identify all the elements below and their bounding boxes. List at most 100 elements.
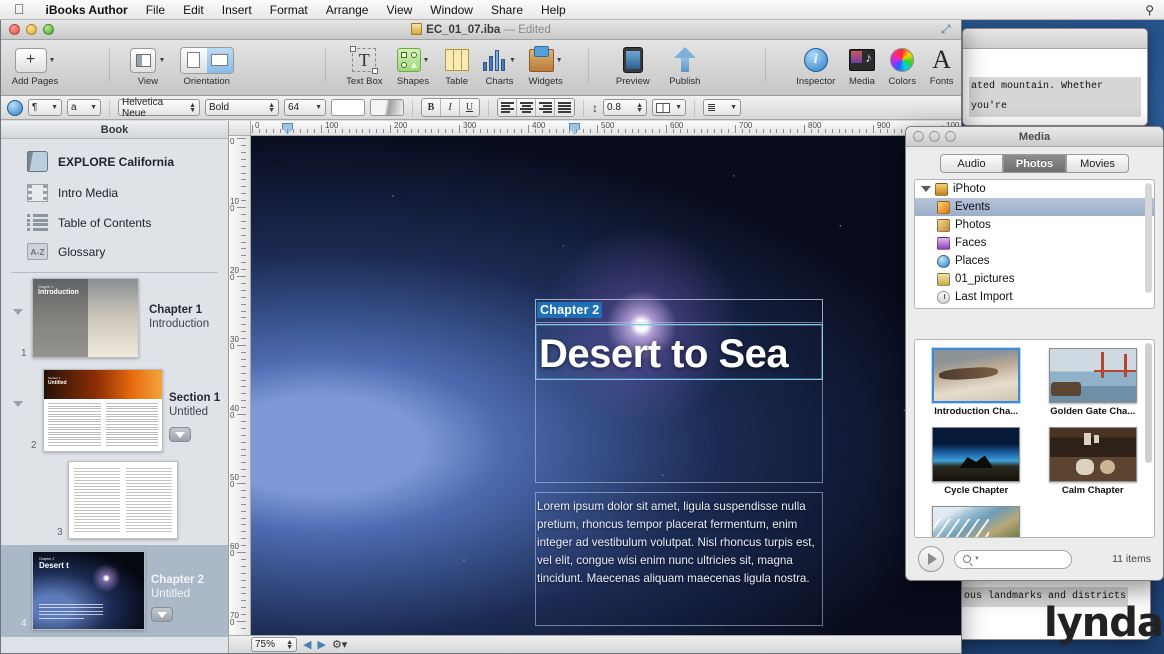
tree-item-events[interactable]: Events bbox=[915, 198, 1154, 216]
character-style-popup[interactable]: a ▼ bbox=[67, 99, 101, 116]
toolbar-text-box[interactable]: T Text Box bbox=[338, 40, 390, 87]
toolbar-preview[interactable]: Preview bbox=[607, 40, 659, 87]
format-bar[interactable]: ¶ ▼ a ▼ Helvetica Neue ▲ ▼ Bold ▲ ▼ 64 ▼ B… bbox=[1, 96, 961, 120]
font-typeface-popup[interactable]: Bold ▲ ▼ bbox=[205, 99, 279, 116]
tree-item-01-pictures[interactable]: 01_pictures bbox=[915, 270, 1154, 288]
sidebar-item-intro-media[interactable]: Intro Media bbox=[1, 178, 228, 208]
media-panel-titlebar[interactable]: Media bbox=[906, 127, 1163, 147]
media-panel[interactable]: Media Audio Photos Movies iPhoto Events … bbox=[905, 126, 1164, 581]
media-thumbnail[interactable] bbox=[932, 427, 1021, 482]
media-thumbnail-grid[interactable]: Introduction Cha... Golden Gate Cha... C… bbox=[914, 339, 1155, 538]
toolbar-fonts[interactable]: A Fonts bbox=[922, 40, 961, 88]
horizontal-ruler[interactable]: 0 100 200 300 400 500 600 700 800 900 10… bbox=[251, 121, 961, 136]
menu-item-edit[interactable]: Edit bbox=[174, 0, 213, 20]
disclosure-triangle-icon[interactable] bbox=[13, 309, 23, 315]
tree-item-places[interactable]: Places bbox=[915, 252, 1154, 270]
prev-page-icon[interactable]: ◀ bbox=[303, 638, 311, 651]
line-spacing-field[interactable]: 0.8 ▲ ▼ bbox=[603, 99, 647, 116]
line-spacing-stepper[interactable]: ▲ ▼ bbox=[636, 102, 643, 114]
media-panel-footer[interactable]: ▼ 11 items bbox=[906, 538, 1163, 580]
menu-bar[interactable]:  iBooks Author File Edit Insert Format … bbox=[0, 0, 1164, 20]
page-thumbnail[interactable]: Chapter 1 Introduction bbox=[32, 278, 139, 358]
align-right-button[interactable] bbox=[536, 99, 555, 116]
page-thumbnail[interactable]: Chapter 2 Desert t bbox=[32, 551, 145, 630]
font-size-popup[interactable]: 64 ▼ bbox=[284, 99, 326, 116]
main-toolbar[interactable]: + ▼ Add Pages ▼ View Orientation T Text … bbox=[1, 40, 961, 96]
menu-item-help[interactable]: Help bbox=[532, 0, 575, 20]
toolbar-orientation[interactable]: Orientation bbox=[174, 40, 239, 87]
menu-item-share[interactable]: Share bbox=[482, 0, 532, 20]
menu-item-view[interactable]: View bbox=[377, 0, 421, 20]
vertical-ruler[interactable]: 0 100 200 300 400 500 600 700 bbox=[229, 136, 251, 635]
apple-icon[interactable]:  bbox=[8, 2, 37, 18]
page-collapse-button[interactable] bbox=[151, 607, 173, 622]
toolbar-inspector[interactable]: i Inspector bbox=[790, 40, 842, 87]
underline-button[interactable]: U bbox=[460, 99, 479, 116]
paragraph-style-popup[interactable]: ¶ ▼ bbox=[28, 99, 62, 116]
toolbar-view[interactable]: ▼ View bbox=[122, 40, 174, 87]
media-item-golden-gate-chapter[interactable]: Golden Gate Cha... bbox=[1038, 348, 1149, 417]
toolbar-add-pages[interactable]: + ▼ Add Pages bbox=[9, 40, 61, 87]
media-search-input[interactable]: ▼ bbox=[954, 549, 1072, 569]
sidebar-page-1[interactable]: 1 Chapter 1 Introduction Chapter 1 Intro… bbox=[1, 273, 228, 365]
align-left-button[interactable] bbox=[498, 99, 517, 116]
media-source-tree[interactable]: iPhoto Events Photos Faces Places 01_pic… bbox=[914, 179, 1155, 309]
disclosure-triangle-icon[interactable] bbox=[13, 401, 23, 407]
text-style-buttons[interactable]: B I U bbox=[421, 98, 480, 117]
zoom-stepper[interactable]: ▲ ▼ bbox=[286, 639, 293, 651]
align-justify-button[interactable] bbox=[555, 99, 574, 116]
font-family-stepper[interactable]: ▲ ▼ bbox=[189, 102, 196, 114]
sidebar-item-table-of-contents[interactable]: Table of Contents bbox=[1, 208, 228, 237]
bold-button[interactable]: B bbox=[422, 99, 441, 116]
font-typeface-stepper[interactable]: ▲ ▼ bbox=[268, 102, 275, 114]
media-thumbnail[interactable] bbox=[932, 506, 1021, 537]
tree-scrollbar[interactable] bbox=[1145, 183, 1152, 293]
orientation-landscape-option[interactable] bbox=[206, 47, 233, 73]
toolbar-table[interactable]: Table bbox=[436, 40, 478, 87]
media-item-introduction-chapter[interactable]: Introduction Cha... bbox=[921, 348, 1032, 417]
body-text[interactable]: Lorem ipsum dolor sit amet, ligula suspe… bbox=[537, 498, 817, 588]
sidebar-item-glossary[interactable]: A-Z Glossary bbox=[1, 237, 228, 266]
media-thumbnail[interactable] bbox=[1048, 348, 1137, 403]
toolbar-colors[interactable]: Colors bbox=[882, 40, 922, 87]
media-item-cycle-chapter[interactable]: Cycle Chapter bbox=[921, 427, 1032, 496]
text-alignment-buttons[interactable] bbox=[497, 98, 575, 117]
toolbar-shapes[interactable]: ▼ Shapes bbox=[390, 40, 435, 87]
document-page[interactable]: Chapter 2 Desert to Sea Lorem ipsum dolo… bbox=[251, 136, 961, 635]
canvas-status-bar[interactable]: 75% ▲ ▼ ◀ ▶ ⚙▾ bbox=[229, 635, 961, 653]
tab-audio[interactable]: Audio bbox=[940, 154, 1003, 173]
style-drawer-icon[interactable] bbox=[7, 99, 23, 116]
tree-item-last-import[interactable]: Last Import bbox=[915, 288, 1154, 306]
lists-popup[interactable]: ≣ ▼ bbox=[703, 99, 741, 116]
italic-button[interactable]: I bbox=[441, 99, 460, 116]
sidebar-page-3[interactable]: 3 bbox=[1, 457, 228, 545]
menu-item-app-name[interactable]: iBooks Author bbox=[37, 0, 137, 20]
media-grid-scrollbar[interactable] bbox=[1145, 343, 1152, 463]
toolbar-publish[interactable]: Publish bbox=[659, 40, 711, 87]
tree-item-faces[interactable]: Faces bbox=[915, 234, 1154, 252]
align-center-button[interactable] bbox=[517, 99, 536, 116]
disclosure-triangle-icon[interactable] bbox=[921, 186, 931, 192]
media-thumbnail[interactable] bbox=[1048, 427, 1137, 482]
background-window-top[interactable]: ated mountain. Whether you're bbox=[962, 28, 1148, 126]
zoom-control[interactable]: 75% ▲ ▼ bbox=[251, 637, 297, 652]
page-thumbnail[interactable] bbox=[68, 461, 178, 539]
menu-item-arrange[interactable]: Arrange bbox=[317, 0, 378, 20]
spotlight-search-icon[interactable]: ⚲ bbox=[1145, 3, 1154, 17]
next-page-icon[interactable]: ▶ bbox=[317, 638, 325, 651]
left-margin-marker[interactable] bbox=[282, 123, 293, 134]
media-tab-bar[interactable]: Audio Photos Movies bbox=[906, 147, 1163, 179]
right-margin-marker[interactable] bbox=[569, 123, 580, 134]
orientation-portrait-option[interactable] bbox=[180, 47, 207, 73]
font-family-popup[interactable]: Helvetica Neue ▲ ▼ bbox=[118, 97, 200, 119]
stroke-style-swatch[interactable] bbox=[370, 99, 404, 116]
menu-item-insert[interactable]: Insert bbox=[213, 0, 261, 20]
columns-popup[interactable]: ▼ bbox=[652, 99, 686, 116]
media-item-desert-to-sea-chapter[interactable]: Desert to Sea Ch... bbox=[921, 506, 1032, 537]
sidebar-item-explore-california[interactable]: EXPLORE California bbox=[1, 139, 228, 178]
toolbar-widgets[interactable]: ▼ Widgets bbox=[521, 40, 570, 87]
media-thumbnail[interactable] bbox=[932, 348, 1021, 403]
menu-item-file[interactable]: File bbox=[137, 0, 174, 20]
fullscreen-icon[interactable]: ⤢ bbox=[941, 23, 954, 36]
text-color-swatch[interactable] bbox=[331, 99, 365, 116]
